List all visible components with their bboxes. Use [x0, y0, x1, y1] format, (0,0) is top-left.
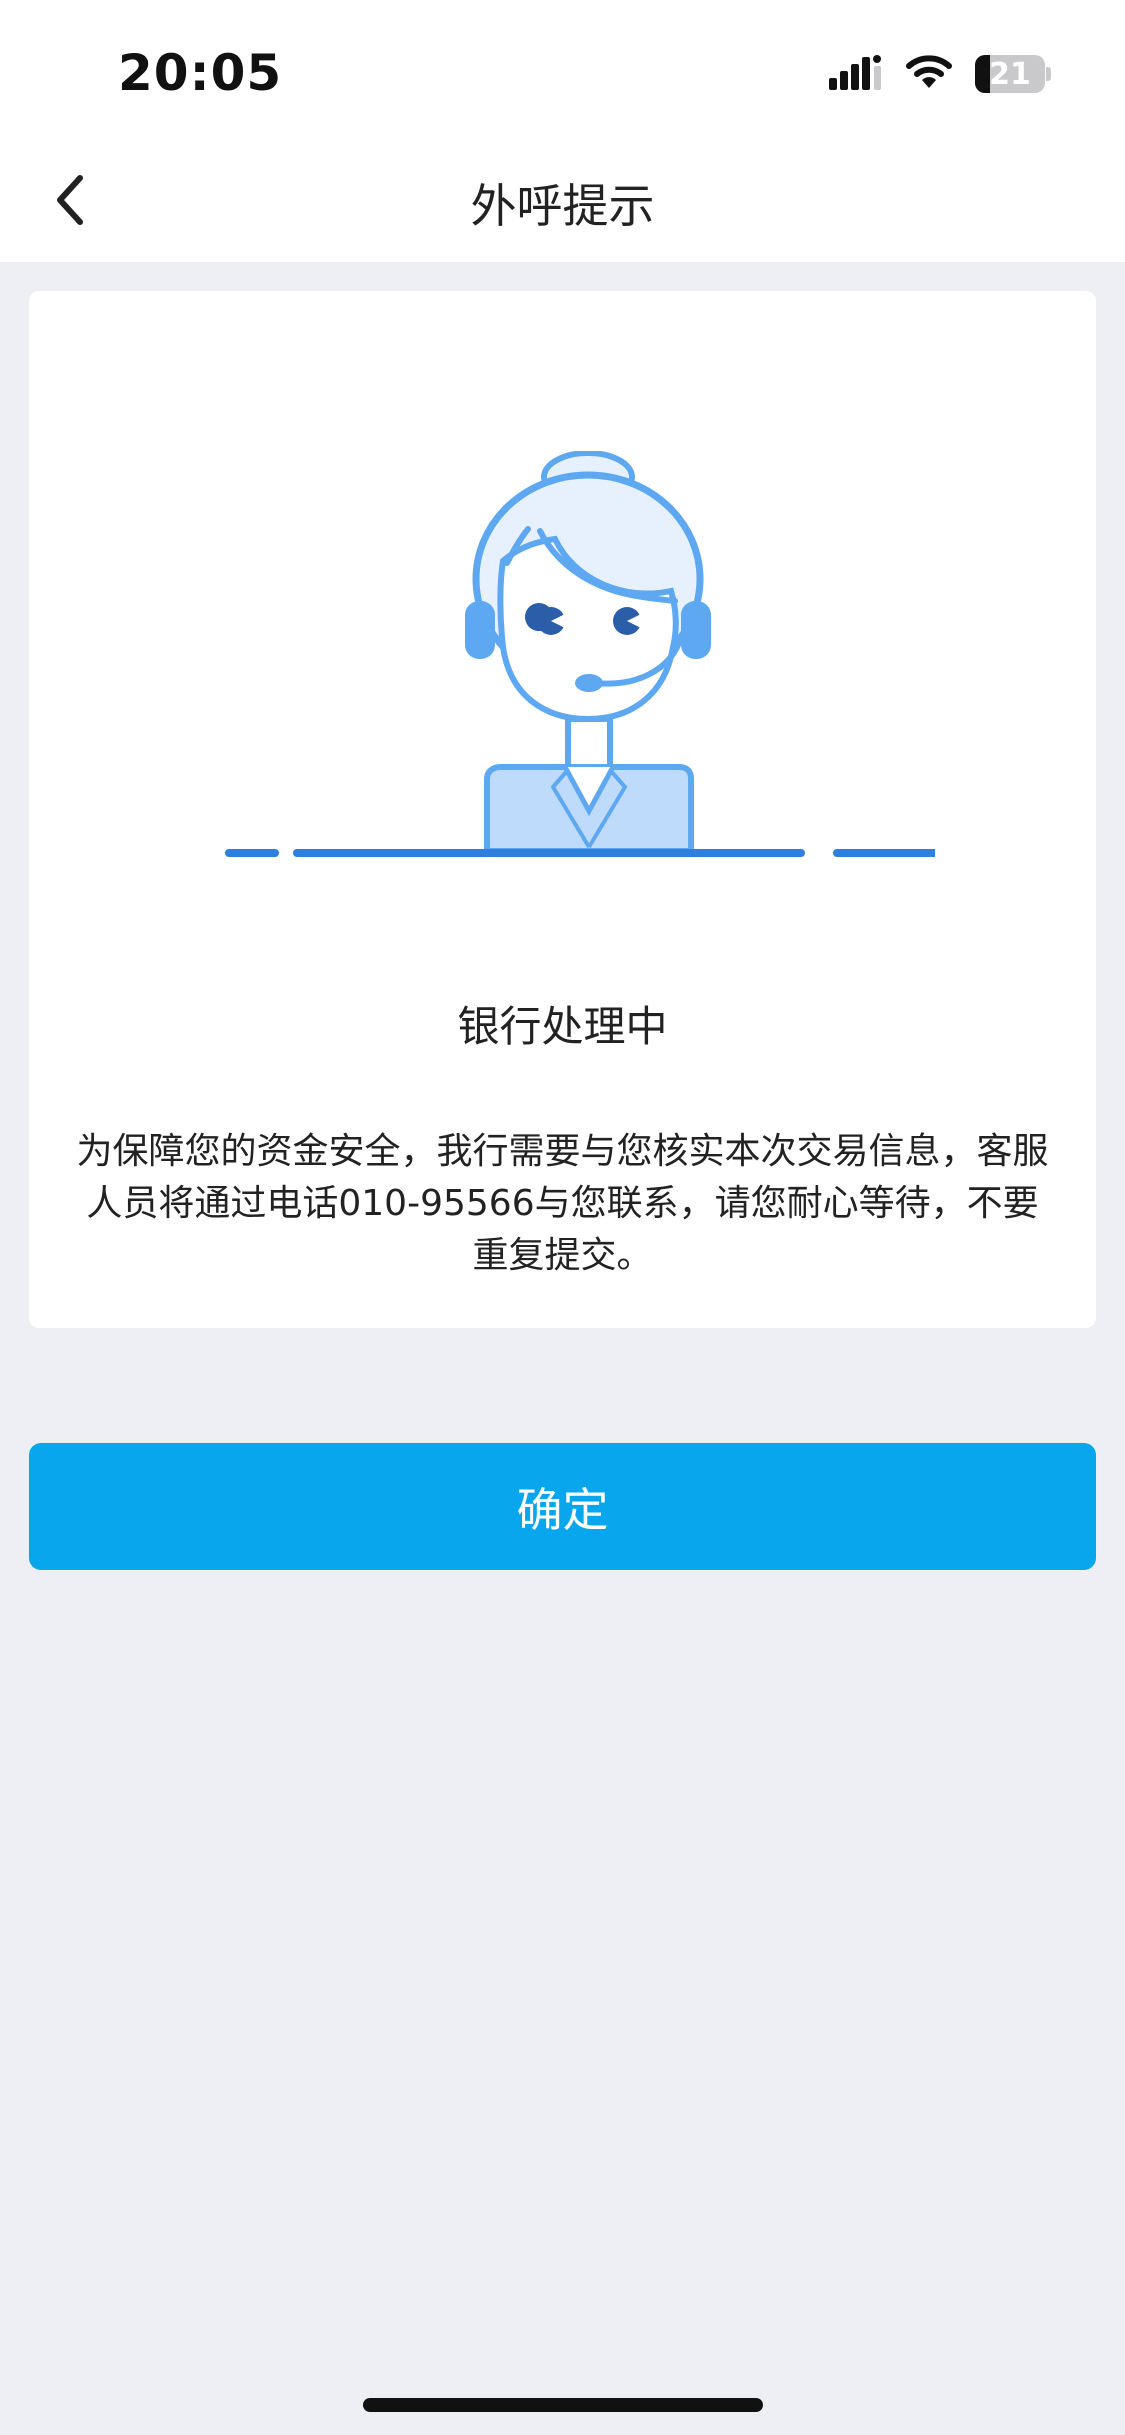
status-message: 为保障您的资金安全，我行需要与您核实本次交易信息，客服人员将通过电话010-95…: [76, 1131, 1049, 1276]
battery-level: 21: [989, 56, 1031, 92]
confirm-button[interactable]: 确定: [29, 1443, 1096, 1570]
cellular-signal-icon: [829, 54, 883, 94]
processing-card: 银行处理中 为保障您的资金安全，我行需要与您核实本次交易信息，客服人员将通过电话…: [29, 291, 1096, 1328]
status-time: 20:05: [118, 44, 283, 102]
status-title: 银行处理中: [457, 1002, 668, 1051]
wifi-icon: [905, 54, 953, 94]
customer-service-agent-illustration: [225, 451, 935, 857]
battery-icon: 21: [975, 55, 1051, 93]
status-icons: 21: [829, 52, 1051, 96]
page-title: 外呼提示: [470, 179, 655, 233]
nav-bar: 外呼提示: [0, 140, 1125, 262]
status-bar: 20:05 21: [0, 0, 1125, 140]
home-indicator[interactable]: [363, 2398, 763, 2412]
